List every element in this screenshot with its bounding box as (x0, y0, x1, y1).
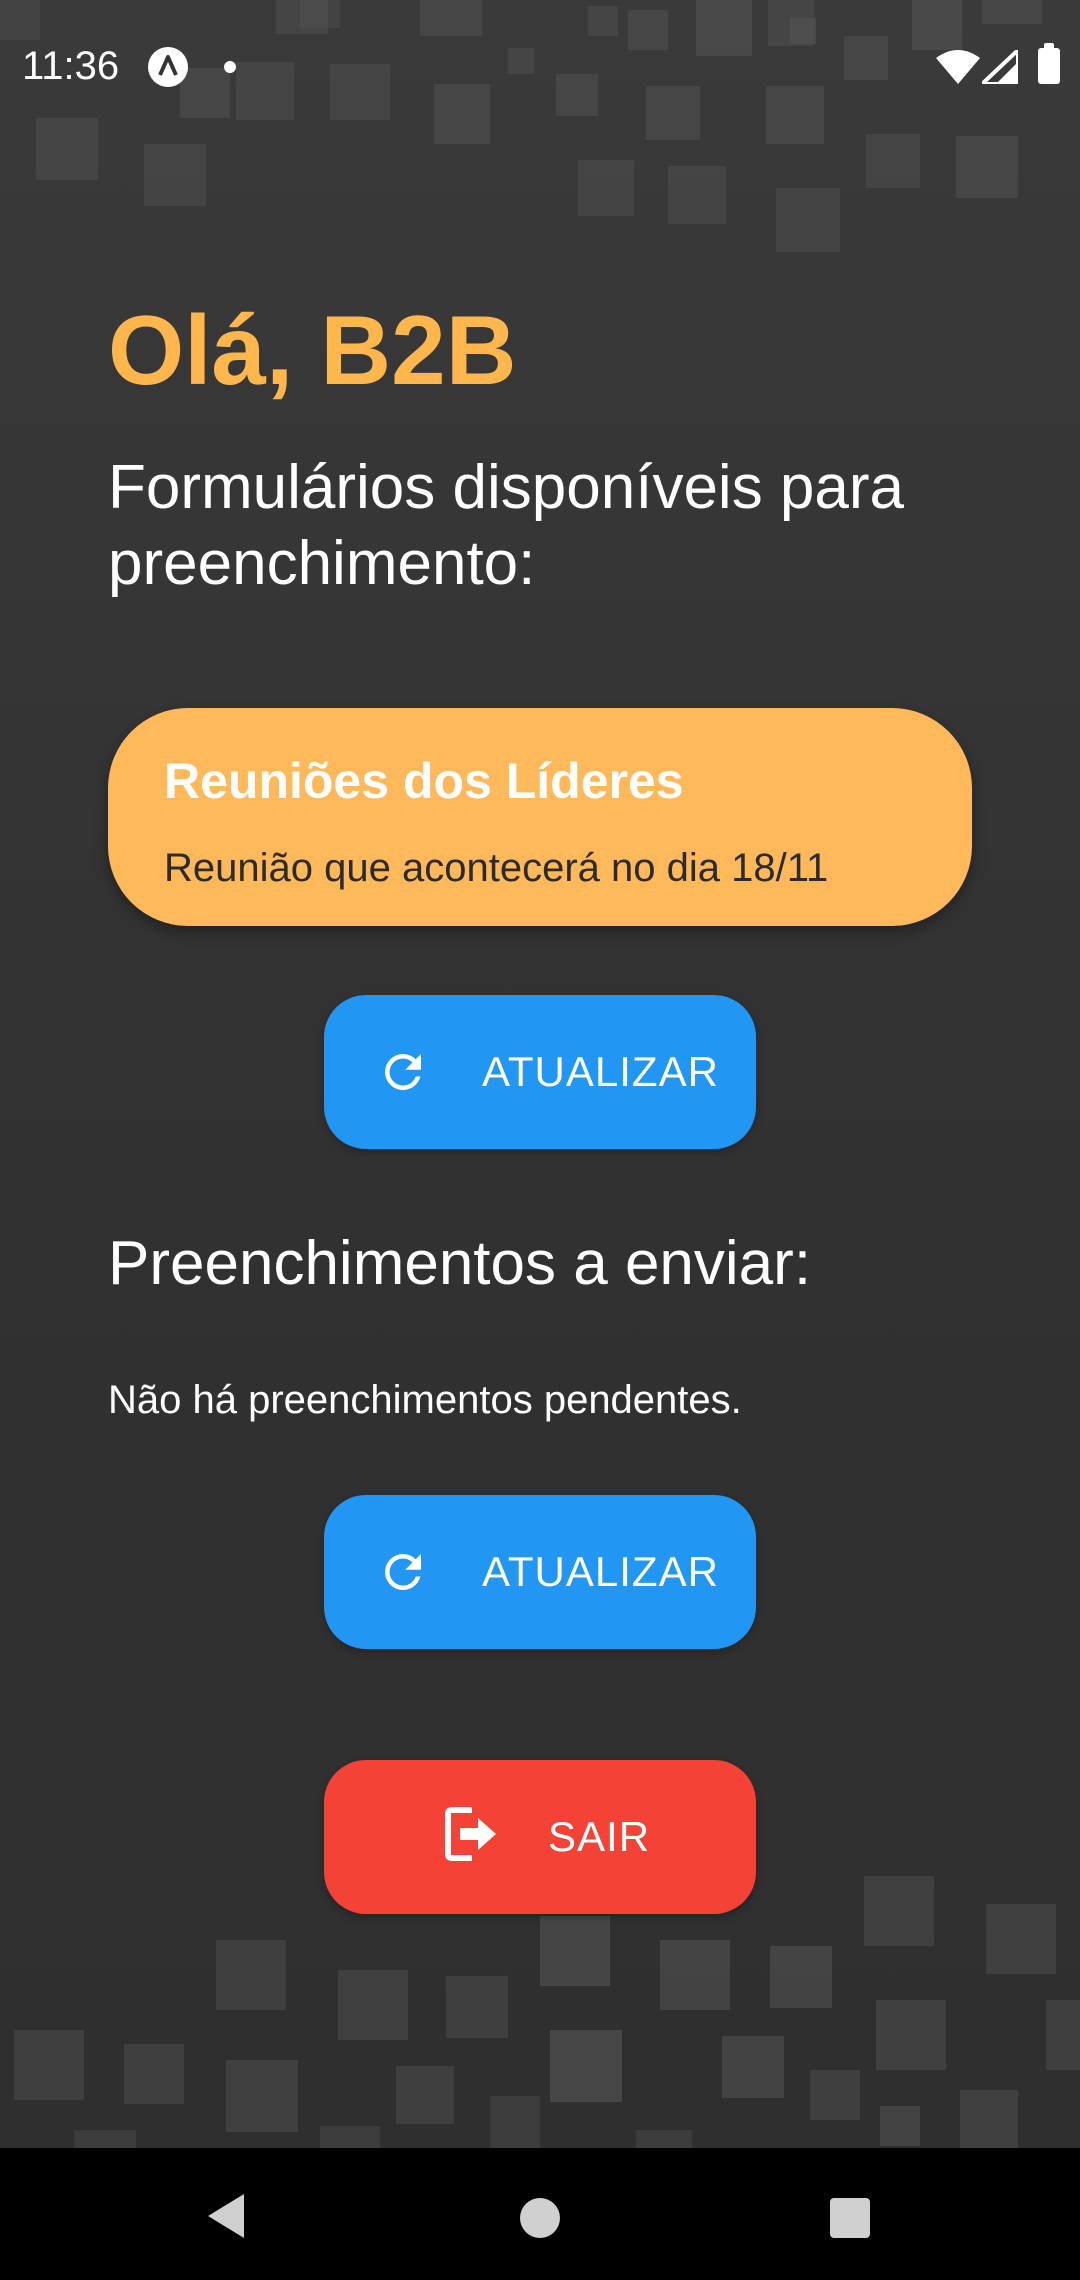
pending-empty-text: Não há preenchimentos pendentes. (108, 1378, 742, 1422)
refresh-pending-button[interactable]: ATUALIZAR (324, 1495, 756, 1649)
wifi-icon (936, 50, 980, 89)
greeting-title: Olá, B2B (108, 295, 517, 405)
refresh-icon (376, 1545, 430, 1599)
exit-icon (442, 1804, 498, 1864)
signal-icon (976, 45, 1020, 89)
status-time: 11:36 (22, 44, 120, 88)
form-card-title: Reuniões dos Líderes (164, 753, 684, 809)
forms-heading: Formulários disponíveis para preenchimen… (108, 453, 905, 598)
exit-label: SAIR (548, 1813, 651, 1860)
exit-button[interactable]: SAIR (324, 1760, 756, 1914)
recents-icon[interactable] (830, 2198, 870, 2238)
form-card-description: Reunião que acontecerá no dia 18/11 (164, 846, 829, 890)
status-bar: 11:36 (0, 0, 1080, 136)
battery-icon (1038, 43, 1060, 84)
home-icon[interactable] (520, 2198, 560, 2238)
refresh-pending-label: ATUALIZAR (482, 1548, 719, 1595)
refresh-icon (376, 1045, 430, 1099)
back-icon[interactable] (206, 2192, 246, 2245)
pending-heading: Preenchimentos a enviar: (108, 1229, 812, 1298)
android-notification-icon (148, 47, 188, 87)
navigation-bar (0, 2148, 1080, 2280)
refresh-forms-button[interactable]: ATUALIZAR (324, 995, 756, 1149)
form-card[interactable]: Reuniões dos Líderes Reunião que acontec… (108, 708, 972, 926)
refresh-forms-label: ATUALIZAR (482, 1048, 719, 1095)
notification-dot-icon (224, 61, 236, 73)
